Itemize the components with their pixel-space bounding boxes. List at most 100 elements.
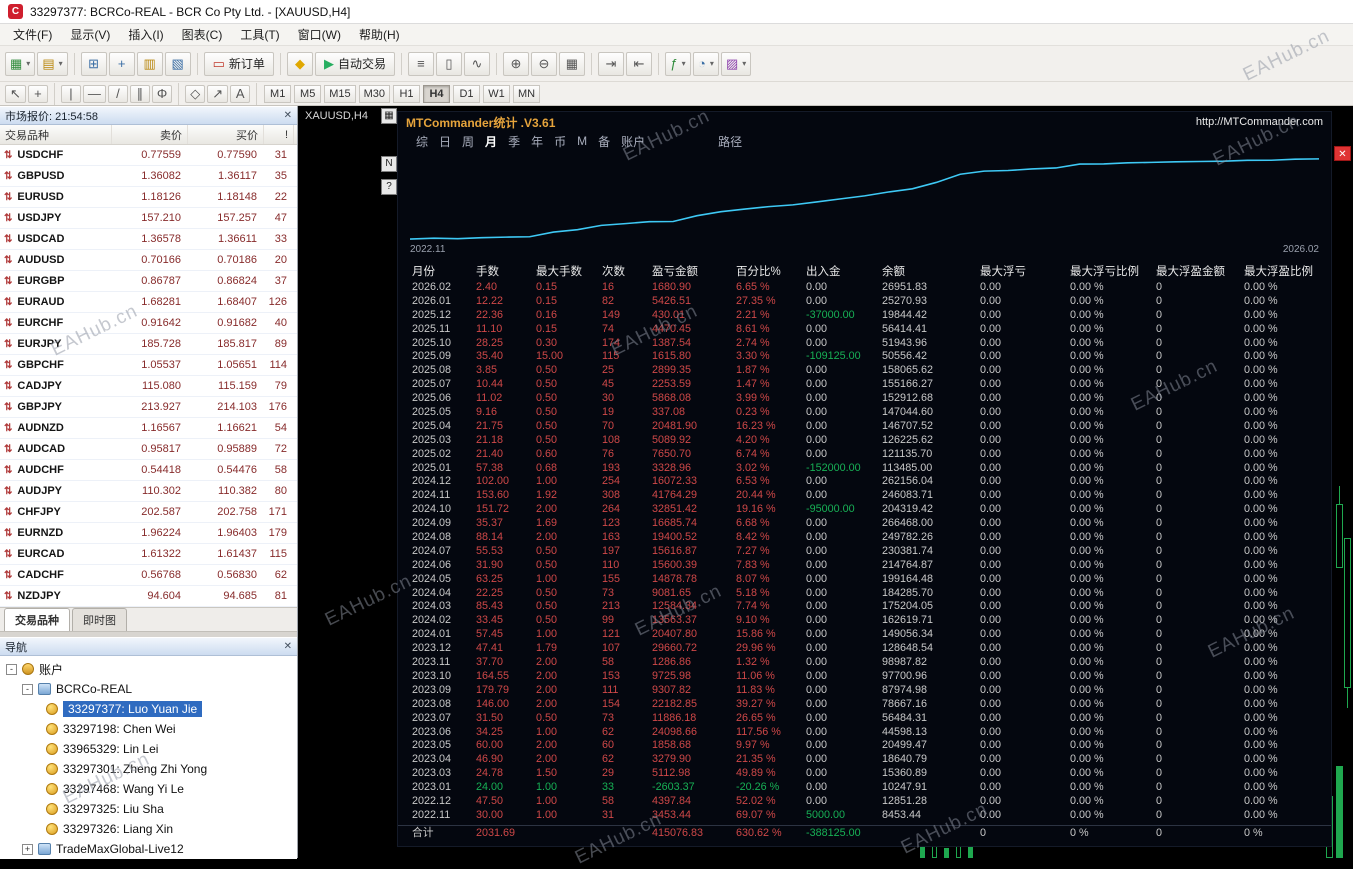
timeframe-W1-button[interactable]: W1	[483, 84, 510, 103]
stats-tab[interactable]: 账户	[621, 133, 645, 150]
timeframe-M30-button[interactable]: M30	[358, 84, 390, 103]
market-watch-row[interactable]: ⇅ GBPUSD 1.36082 1.36117 35	[0, 166, 297, 187]
stats-col-header[interactable]: 最大浮盈比例	[1244, 263, 1324, 279]
crosshair-button[interactable]: +	[27, 84, 48, 103]
chart-shift-button[interactable]: ⇤	[625, 51, 652, 76]
nav-account[interactable]: 33297326: Liang Xin	[0, 819, 297, 839]
market-watch-row[interactable]: ⇅ USDJPY 157.210 157.257 47	[0, 208, 297, 229]
nav-broker[interactable]: - BCRCo-REAL	[0, 679, 297, 699]
nav-root-accounts[interactable]: - 账户	[0, 659, 297, 679]
nav-account[interactable]: 33297468: Wang Yi Le	[0, 779, 297, 799]
stats-col-header[interactable]: 盈亏金额	[652, 263, 736, 279]
collapse-icon[interactable]: -	[6, 663, 17, 675]
market-watch-row[interactable]: ⇅ AUDNZD 1.16567 1.16621 54	[0, 418, 297, 439]
stats-tab[interactable]: 币	[554, 133, 566, 150]
data-window-button[interactable]: +	[108, 51, 135, 76]
expand-icon[interactable]: +	[22, 843, 33, 855]
market-watch-col-3[interactable]: !	[264, 125, 294, 144]
templates-button[interactable]: ▨ ▾	[720, 51, 752, 76]
market-watch-row[interactable]: ⇅ CADCHF 0.56768 0.56830 62	[0, 565, 297, 586]
stats-tab[interactable]: M	[577, 134, 587, 148]
trendline-button[interactable]: /	[107, 84, 128, 103]
menu-item[interactable]: 插入(I)	[119, 24, 172, 45]
zoom-out-button[interactable]: ⊖	[530, 51, 557, 76]
tile-windows-button[interactable]: ▦	[558, 51, 585, 76]
stats-tab[interactable]: 季	[508, 133, 520, 150]
market-watch-row[interactable]: ⇅ EURNZD 1.96224 1.96403 179	[0, 523, 297, 544]
indicators-button[interactable]: ƒ ▾	[664, 51, 691, 76]
nav-account[interactable]: 33297198: Chen Wei	[0, 719, 297, 739]
fibonacci-button[interactable]: Φ	[151, 84, 173, 103]
market-watch-row[interactable]: ⇅ CHFJPY 202.587 202.758 171	[0, 502, 297, 523]
navigator-button[interactable]: ▥	[136, 51, 163, 76]
nav-account[interactable]: 33297301: Zheng Zhi Yong	[0, 759, 297, 779]
stats-col-header[interactable]: 出入金	[806, 263, 882, 279]
timeframe-M5-button[interactable]: M5	[294, 84, 322, 103]
menu-item[interactable]: 工具(T)	[231, 24, 288, 45]
text-button[interactable]: A	[230, 84, 251, 103]
ea-chart-button-1[interactable]: ▦	[381, 108, 397, 124]
market-watch-close-icon[interactable]: ✕	[284, 110, 292, 121]
market-watch-row[interactable]: ⇅ USDCAD 1.36578 1.36611 33	[0, 229, 297, 250]
auto-scroll-button[interactable]: ⇥	[597, 51, 624, 76]
market-watch-row[interactable]: ⇅ EURJPY 185.728 185.817 89	[0, 334, 297, 355]
market-watch-row[interactable]: ⇅ AUDCHF 0.54418 0.54476 58	[0, 460, 297, 481]
market-watch-row[interactable]: ⇅ GBPJPY 213.927 214.103 176	[0, 397, 297, 418]
market-watch-row[interactable]: ⇅ EURUSD 1.18126 1.18148 22	[0, 187, 297, 208]
nav-account[interactable]: 33297377: Luo Yuan Jie	[0, 699, 297, 719]
arrows-button[interactable]: ↗	[207, 84, 229, 103]
terminal-button[interactable]: ▧	[164, 51, 191, 76]
autotrading-button[interactable]: ▶ 自动交易	[314, 51, 395, 76]
nav-broker[interactable]: + TradeMaxGlobal-Live12	[0, 839, 297, 859]
line-chart-button[interactable]: ∿	[463, 51, 490, 76]
stats-tab[interactable]: 月	[485, 133, 497, 150]
new-chart-button[interactable]: ▦ ▾	[5, 51, 36, 76]
channel-button[interactable]: ∥	[129, 84, 150, 103]
periods-button[interactable]: ◔ ▾	[692, 51, 719, 76]
shapes-button[interactable]: ◇	[185, 84, 206, 103]
chart-close-button[interactable]: ✕	[1334, 146, 1351, 161]
candlestick-chart-button[interactable]: ▯	[435, 51, 462, 76]
market-watch-row[interactable]: ⇅ EURCAD 1.61322 1.61437 115	[0, 544, 297, 565]
new-order-button[interactable]: ▭ 新订单	[203, 51, 274, 76]
stats-col-header[interactable]: 余额	[882, 263, 980, 279]
menu-item[interactable]: 帮助(H)	[350, 24, 409, 45]
stats-path-label[interactable]: 路径	[718, 133, 742, 150]
market-watch-col-0[interactable]: 交易品种	[0, 125, 112, 144]
stats-tab[interactable]: 周	[462, 133, 474, 150]
ea-chart-button-3[interactable]: ?	[381, 179, 397, 195]
timeframe-M15-button[interactable]: M15	[324, 84, 356, 103]
stats-col-header[interactable]: 月份	[412, 263, 476, 279]
stats-col-header[interactable]: 百分比%	[736, 263, 806, 279]
stats-tab[interactable]: 年	[531, 133, 543, 150]
navigator-close-icon[interactable]: ✕	[284, 641, 292, 652]
timeframe-H1-button[interactable]: H1	[393, 84, 420, 103]
zoom-in-button[interactable]: ⊕	[502, 51, 529, 76]
stats-tab[interactable]: 备	[598, 133, 610, 150]
timeframe-M1-button[interactable]: M1	[264, 84, 292, 103]
menu-item[interactable]: 图表(C)	[173, 24, 232, 45]
ea-chart-button-2[interactable]: N	[381, 156, 397, 172]
stats-col-header[interactable]: 最大浮亏	[980, 263, 1070, 279]
stats-col-header[interactable]: 最大浮亏比例	[1070, 263, 1156, 279]
stats-panel-url[interactable]: http://MTCommander.com	[1196, 116, 1323, 128]
profiles-button[interactable]: ▤ ▾	[37, 51, 68, 76]
market-watch-tab[interactable]: 交易品种	[4, 608, 70, 631]
market-watch-row[interactable]: ⇅ EURAUD 1.68281 1.68407 126	[0, 292, 297, 313]
nav-account[interactable]: 33297325: Liu Sha	[0, 799, 297, 819]
stats-col-header[interactable]: 次数	[602, 263, 652, 279]
vertical-line-button[interactable]: |	[60, 84, 81, 103]
nav-account[interactable]: 33965329: Lin Lei	[0, 739, 297, 759]
timeframe-MN-button[interactable]: MN	[513, 84, 541, 103]
market-watch-row[interactable]: ⇅ AUDUSD 0.70166 0.70186 20	[0, 250, 297, 271]
market-watch-row[interactable]: ⇅ USDCHF 0.77559 0.77590 31	[0, 145, 297, 166]
stats-tab[interactable]: 综	[416, 133, 428, 150]
horizontal-line-button[interactable]: ―	[82, 84, 106, 103]
market-watch-row[interactable]: ⇅ AUDJPY 110.302 110.382 80	[0, 481, 297, 502]
menu-item[interactable]: 文件(F)	[4, 24, 61, 45]
bar-chart-button[interactable]: ≡	[407, 51, 434, 76]
stats-col-header[interactable]: 手数	[476, 263, 536, 279]
menu-item[interactable]: 窗口(W)	[289, 24, 350, 45]
collapse-icon[interactable]: -	[22, 683, 33, 695]
stats-col-header[interactable]: 最大浮盈金额	[1156, 263, 1244, 279]
